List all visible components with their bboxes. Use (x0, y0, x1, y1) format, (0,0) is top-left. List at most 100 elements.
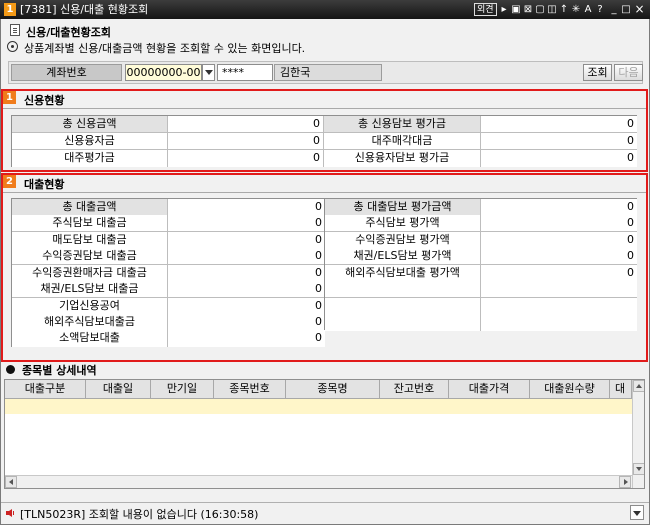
screen-description: 상품계좌별 신용/대출금액 현황을 조회할 수 있는 화면입니다. (24, 42, 306, 55)
credit-label-short-valuation: 대주평가금 (12, 150, 168, 167)
maximize-icon[interactable]: □ (621, 3, 631, 16)
close-box-icon[interactable]: ⊠ (523, 3, 533, 16)
loan-collateral-value: 0 (481, 199, 637, 216)
credit-section-divider (3, 108, 646, 109)
next-button[interactable]: 다음 (614, 64, 643, 81)
vertical-scrollbar[interactable] (632, 380, 644, 488)
bullet-icon (6, 365, 15, 374)
app-number-badge: 1 (4, 3, 16, 16)
loan-value: 0 (168, 199, 325, 216)
scroll-right-button[interactable] (619, 476, 631, 488)
column-header[interactable]: 대출원수량 (530, 380, 610, 399)
credit-section-title: 신용현황 (24, 94, 65, 107)
loan-grid-left: 총 대출금액 0 주식담보 대출금 0 매도담보 대출금 0 수익증권담보 대출… (11, 198, 325, 347)
credit-value-short-proceeds: 0 (481, 133, 637, 150)
loan-value: 0 (168, 314, 325, 331)
loan-collateral-label: 해외주식담보대출 평가액 (325, 265, 481, 282)
account-owner-name: 김한국 (274, 64, 382, 81)
loan-collateral-label: 수익증권담보 평가액 (325, 232, 481, 249)
loan-collateral-label (325, 281, 481, 298)
loan-value: 0 (168, 281, 325, 298)
loan-collateral-value (481, 314, 637, 331)
credit-value-short-valuation: 0 (168, 150, 324, 167)
loan-collateral-label: 총 대출담보 평가금액 (325, 199, 481, 216)
account-label: 계좌번호 (11, 64, 122, 81)
chevron-right-icon (624, 479, 628, 485)
chevron-up-icon (636, 384, 642, 388)
loan-grid-right: 총 대출담보 평가금액 0 주식담보 평가액 0 수익증권담보 평가액 0 채권… (324, 198, 637, 331)
loan-label: 총 대출금액 (12, 199, 168, 216)
view-mode-badge[interactable]: 외견 (474, 3, 497, 16)
loan-section-number: 2 (3, 175, 16, 188)
scroll-left-button[interactable] (5, 476, 17, 488)
detail-table[interactable]: 대출구분 대출일 만기일 종목번호 종목명 잔고번호 대출가격 대출원수량 대 (4, 379, 645, 489)
column-header[interactable]: 대출가격 (449, 380, 530, 399)
split-icon[interactable]: ◫ (547, 3, 557, 16)
loan-label: 매도담보 대출금 (12, 232, 168, 249)
loan-section-title: 대출현황 (24, 178, 65, 191)
loan-label: 해외주식담보대출금 (12, 314, 168, 331)
screen-title: 신용/대출현황조회 (26, 26, 111, 39)
loan-value: 0 (168, 215, 325, 232)
speaker-icon (6, 509, 14, 517)
credit-section-number: 1 (3, 91, 16, 104)
column-header[interactable]: 잔고번호 (380, 380, 449, 399)
loan-collateral-label (325, 298, 481, 315)
horizontal-scrollbar[interactable] (5, 475, 632, 488)
loan-collateral-label: 주식담보 평가액 (325, 215, 481, 232)
loan-collateral-value: 0 (481, 265, 637, 282)
credit-value-margin-collateral: 0 (481, 150, 637, 167)
query-button[interactable]: 조회 (583, 64, 612, 81)
pin-icon[interactable]: ↑ (559, 3, 569, 16)
credit-label-total: 총 신용금액 (12, 116, 168, 133)
text-size-icon[interactable]: A (583, 3, 593, 16)
column-header[interactable]: 종목번호 (214, 380, 286, 399)
credit-value-collateral-total: 0 (481, 116, 637, 133)
password-input[interactable]: **** (217, 64, 273, 81)
loan-collateral-value (481, 281, 637, 298)
chevron-left-icon (9, 479, 13, 485)
close-icon[interactable]: × (634, 3, 645, 16)
loan-label: 수익증권환매자금 대출금 (12, 265, 168, 282)
status-history-dropdown[interactable] (630, 505, 644, 520)
account-dropdown-button[interactable] (202, 64, 215, 81)
info-icon (7, 41, 18, 52)
credit-label-margin-loan: 신용융자금 (12, 133, 168, 150)
loan-collateral-value: 0 (481, 215, 637, 232)
table-row-selected[interactable] (5, 399, 632, 414)
detail-section-title: 종목별 상세내역 (22, 364, 97, 377)
loan-collateral-label (325, 314, 481, 331)
column-header[interactable]: 종목명 (286, 380, 380, 399)
loan-collateral-value: 0 (481, 248, 637, 265)
column-header[interactable]: 대출일 (86, 380, 151, 399)
credit-value-margin-loan: 0 (168, 133, 324, 150)
loan-collateral-value (481, 298, 637, 315)
scroll-down-button[interactable] (633, 463, 644, 475)
account-number-input[interactable]: 00000000-00 (125, 64, 202, 81)
column-header[interactable]: 대출구분 (5, 380, 86, 399)
loan-label: 주식담보 대출금 (12, 215, 168, 232)
dock-icon[interactable]: ▣ (511, 3, 521, 16)
loan-value: 0 (168, 248, 325, 265)
status-message: [TLN5023R] 조회할 내용이 없습니다 (16:30:58) (20, 508, 259, 521)
credit-grid: 총 신용금액 0 총 신용담보 평가금 0 신용융자금 0 대주매각대금 0 대… (11, 115, 637, 167)
loan-value: 0 (168, 265, 325, 282)
document-icon (10, 24, 20, 36)
credit-label-collateral-total: 총 신용담보 평가금 (324, 116, 481, 133)
column-header[interactable]: 대 (610, 380, 632, 399)
column-header[interactable]: 만기일 (151, 380, 214, 399)
copy-icon[interactable]: ▢ (535, 3, 545, 16)
credit-label-short-proceeds: 대주매각대금 (324, 133, 481, 150)
minimize-icon[interactable]: _ (609, 3, 619, 16)
help-icon[interactable]: ? (595, 3, 605, 16)
arrow-right-icon[interactable]: ▸ (499, 3, 509, 16)
loan-label: 기업신용공여 (12, 298, 168, 315)
chevron-down-icon (636, 467, 642, 471)
scroll-up-button[interactable] (633, 380, 644, 392)
sparkle-icon[interactable]: ✳ (571, 3, 581, 16)
loan-value: 0 (168, 298, 325, 315)
loan-collateral-label: 채권/ELS담보 평가액 (325, 248, 481, 265)
credit-value-total: 0 (168, 116, 324, 133)
loan-value: 0 (168, 330, 325, 347)
credit-label-margin-collateral: 신용융자담보 평가금 (324, 150, 481, 167)
